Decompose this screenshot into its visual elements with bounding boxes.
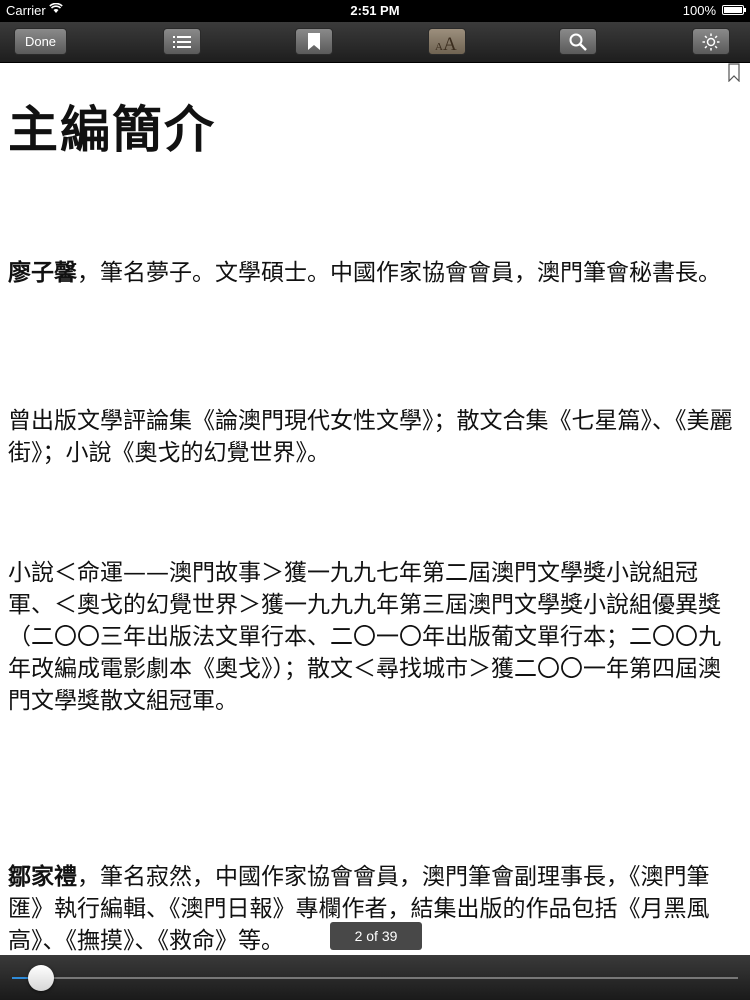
page-scrubber-track[interactable] — [12, 977, 738, 979]
page-scrubber-bar — [0, 955, 750, 1000]
clock: 2:51 PM — [350, 3, 400, 18]
paragraph: 曾出版文學評論集《論澳門現代女性文學》；散文合集《七星篇》、《美麗街》；小說《奧… — [8, 405, 743, 469]
page-scrubber-thumb[interactable] — [28, 965, 55, 991]
search-icon — [569, 33, 587, 51]
svg-text:A: A — [443, 34, 457, 52]
page-bookmark-icon[interactable] — [728, 63, 740, 86]
status-bar: Carrier 2:51 PM 100% — [0, 0, 750, 22]
list-icon — [173, 35, 191, 49]
brightness-icon — [702, 33, 720, 51]
font-size-button[interactable]: A A — [428, 28, 466, 55]
paragraph: 小說＜命運——澳門故事＞獲一九九七年第二屆澳門文學獎小說組冠軍、＜奧戈的幻覺世界… — [8, 557, 743, 717]
bookmark-icon — [308, 33, 320, 50]
font-size-icon: A A — [434, 32, 460, 52]
paragraph-bold-name: 廖子馨 — [8, 260, 77, 286]
svg-text:A: A — [435, 41, 443, 52]
reader-toolbar: Done A A — [0, 22, 750, 63]
chapter-title: 主編簡介 — [8, 101, 216, 159]
brightness-button[interactable] — [692, 28, 730, 55]
battery-percentage: 100% — [682, 3, 716, 18]
paragraph-bold-name: 鄒家禮 — [8, 864, 77, 890]
book-page-content: 主編簡介 廖子馨，筆名夢子。文學碩士。中國作家協會會員，澳門筆會秘書長。 曾出版… — [8, 95, 743, 954]
paragraph-text: 小說＜命運——澳門故事＞獲一九九七年第二屆澳門文學獎小說組冠軍、＜奧戈的幻覺世界… — [8, 560, 721, 714]
table-of-contents-button[interactable] — [163, 28, 201, 55]
search-button[interactable] — [559, 28, 597, 55]
paragraph-text: 曾出版文學評論集《論澳門現代女性文學》；散文合集《七星篇》、《美麗街》；小說《奧… — [8, 408, 733, 466]
paragraph-text: ，筆名夢子。文學碩士。中國作家協會會員，澳門筆會秘書長。 — [77, 260, 721, 286]
page-number-indicator: 2 of 39 — [330, 922, 422, 950]
bookmark-button[interactable] — [295, 28, 333, 55]
done-button[interactable]: Done — [14, 28, 67, 55]
paragraph: 廖子馨，筆名夢子。文學碩士。中國作家協會會員，澳門筆會秘書長。 — [8, 257, 743, 289]
battery-icon — [722, 5, 746, 15]
